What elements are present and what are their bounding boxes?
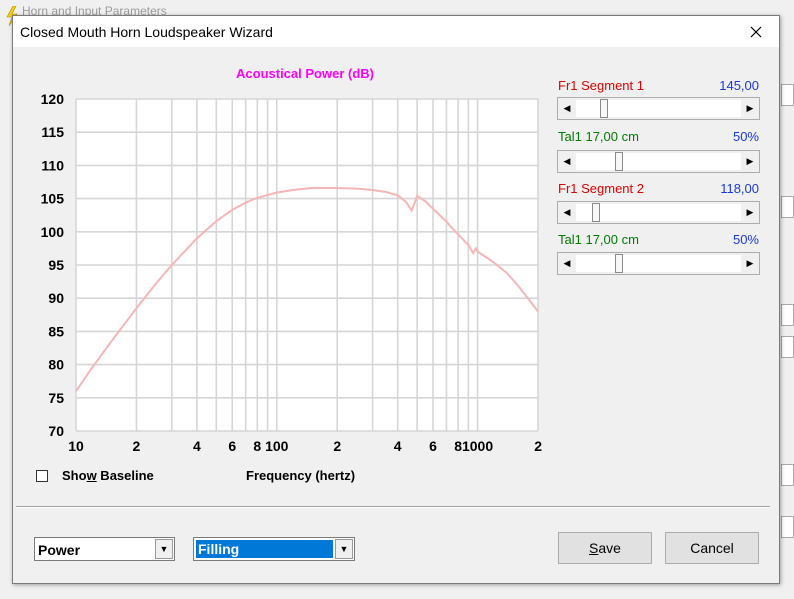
background-field <box>781 196 794 218</box>
slider-track[interactable] <box>576 204 741 221</box>
y-tick-label: 105 <box>41 191 65 207</box>
scroll-left-button[interactable]: ◀ <box>558 98 576 119</box>
x-tick-label: 6 <box>228 438 236 454</box>
segment1-frequency-value: 145,00 <box>719 78 759 93</box>
arrow-right-icon: ▶ <box>746 103 754 113</box>
x-axis-label: Frequency (hertz) <box>246 468 356 483</box>
separator <box>16 506 770 508</box>
scroll-left-button[interactable]: ◀ <box>558 151 576 172</box>
arrow-right-icon: ▶ <box>746 258 754 268</box>
x-tick-label: 10 <box>68 438 84 454</box>
segment2-frequency-label: Fr1 Segment 2 <box>558 181 644 196</box>
segment2-frequency-value: 118,00 <box>720 181 759 196</box>
arrow-left-icon: ◀ <box>563 156 571 166</box>
segment2-taper-slider[interactable]: ◀ ▶ <box>557 252 760 275</box>
mode-select-value: Power <box>38 542 81 558</box>
segment2-frequency-slider[interactable]: ◀ ▶ <box>557 201 760 224</box>
x-tick-label: 6 <box>429 438 437 454</box>
close-icon <box>750 26 762 37</box>
chevron-down-icon: ▼ <box>159 544 169 554</box>
segment1-taper-label: Tal1 17,00 cm <box>558 129 639 144</box>
x-tick-label: 4 <box>193 438 201 454</box>
scroll-right-button[interactable]: ▶ <box>741 253 759 274</box>
segment1-frequency-slider[interactable]: ◀ ▶ <box>557 97 760 120</box>
dropdown-button[interactable]: ▼ <box>155 539 173 559</box>
arrow-right-icon: ▶ <box>746 207 754 217</box>
y-tick-label: 115 <box>41 124 64 140</box>
arrow-left-icon: ◀ <box>563 258 571 268</box>
arrow-left-icon: ◀ <box>563 103 571 113</box>
save-button[interactable]: Save <box>558 532 652 564</box>
x-tick-label: 2 <box>534 438 542 454</box>
x-tick-label: 1000 <box>462 438 493 454</box>
background-field <box>781 304 794 326</box>
scroll-right-button[interactable]: ▶ <box>741 151 759 172</box>
filling-select[interactable]: Filling ▼ <box>193 537 355 561</box>
segment1-taper-value: 50% <box>732 129 759 144</box>
y-tick-label: 85 <box>48 323 64 339</box>
scroll-right-button[interactable]: ▶ <box>741 98 759 119</box>
x-tick-label: 4 <box>394 438 402 454</box>
slider-thumb[interactable] <box>599 99 608 118</box>
background-field <box>781 84 794 106</box>
dialog-title: Closed Mouth Horn Loudspeaker Wizard <box>20 24 273 40</box>
y-tick-label: 70 <box>48 423 64 439</box>
slider-thumb[interactable] <box>591 203 600 222</box>
cancel-button[interactable]: Cancel <box>665 532 759 564</box>
y-tick-label: 95 <box>48 257 64 273</box>
x-tick-label: 2 <box>133 438 141 454</box>
dropdown-button[interactable]: ▼ <box>335 539 353 559</box>
filling-select-value: Filling <box>196 540 333 558</box>
close-button[interactable] <box>733 16 779 47</box>
slider-track[interactable] <box>576 255 741 272</box>
y-tick-label: 80 <box>48 357 64 373</box>
save-button-label: S <box>589 540 599 556</box>
mode-select[interactable]: Power ▼ <box>34 537 175 561</box>
background-field <box>781 464 794 486</box>
arrow-right-icon: ▶ <box>746 156 754 166</box>
y-tick-label: 100 <box>41 224 65 240</box>
scroll-left-button[interactable]: ◀ <box>558 253 576 274</box>
slider-thumb[interactable] <box>615 152 624 171</box>
background-field <box>781 336 794 358</box>
scroll-right-button[interactable]: ▶ <box>741 202 759 223</box>
wizard-dialog: Closed Mouth Horn Loudspeaker Wizard Aco… <box>12 15 780 584</box>
chevron-down-icon: ▼ <box>339 544 349 554</box>
y-tick-label: 120 <box>41 91 65 107</box>
power-chart: 12011511010510095908580757010 2 4 6 8 100 2 4 6 8… <box>41 91 543 454</box>
x-tick-label: 2 <box>333 438 341 454</box>
show-baseline-label: Show Baseline <box>62 468 154 483</box>
background-field <box>781 516 794 538</box>
x-tick-label: 100 <box>265 438 289 454</box>
y-tick-label: 110 <box>41 157 64 173</box>
show-baseline-checkbox[interactable] <box>36 470 48 482</box>
segment2-taper-label: Tal1 17,00 cm <box>558 232 639 247</box>
scroll-left-button[interactable]: ◀ <box>558 202 576 223</box>
slider-thumb[interactable] <box>615 254 624 273</box>
y-tick-label: 75 <box>48 390 64 406</box>
y-tick-label: 90 <box>48 290 64 306</box>
x-tick-label: 8 <box>253 438 261 454</box>
segment1-frequency-label: Fr1 Segment 1 <box>558 78 644 93</box>
dialog-titlebar: Closed Mouth Horn Loudspeaker Wizard <box>13 16 779 47</box>
arrow-left-icon: ◀ <box>563 207 571 217</box>
segment2-taper-value: 50% <box>732 232 759 247</box>
segment1-taper-slider[interactable]: ◀ ▶ <box>557 150 760 173</box>
slider-track[interactable] <box>576 153 741 170</box>
